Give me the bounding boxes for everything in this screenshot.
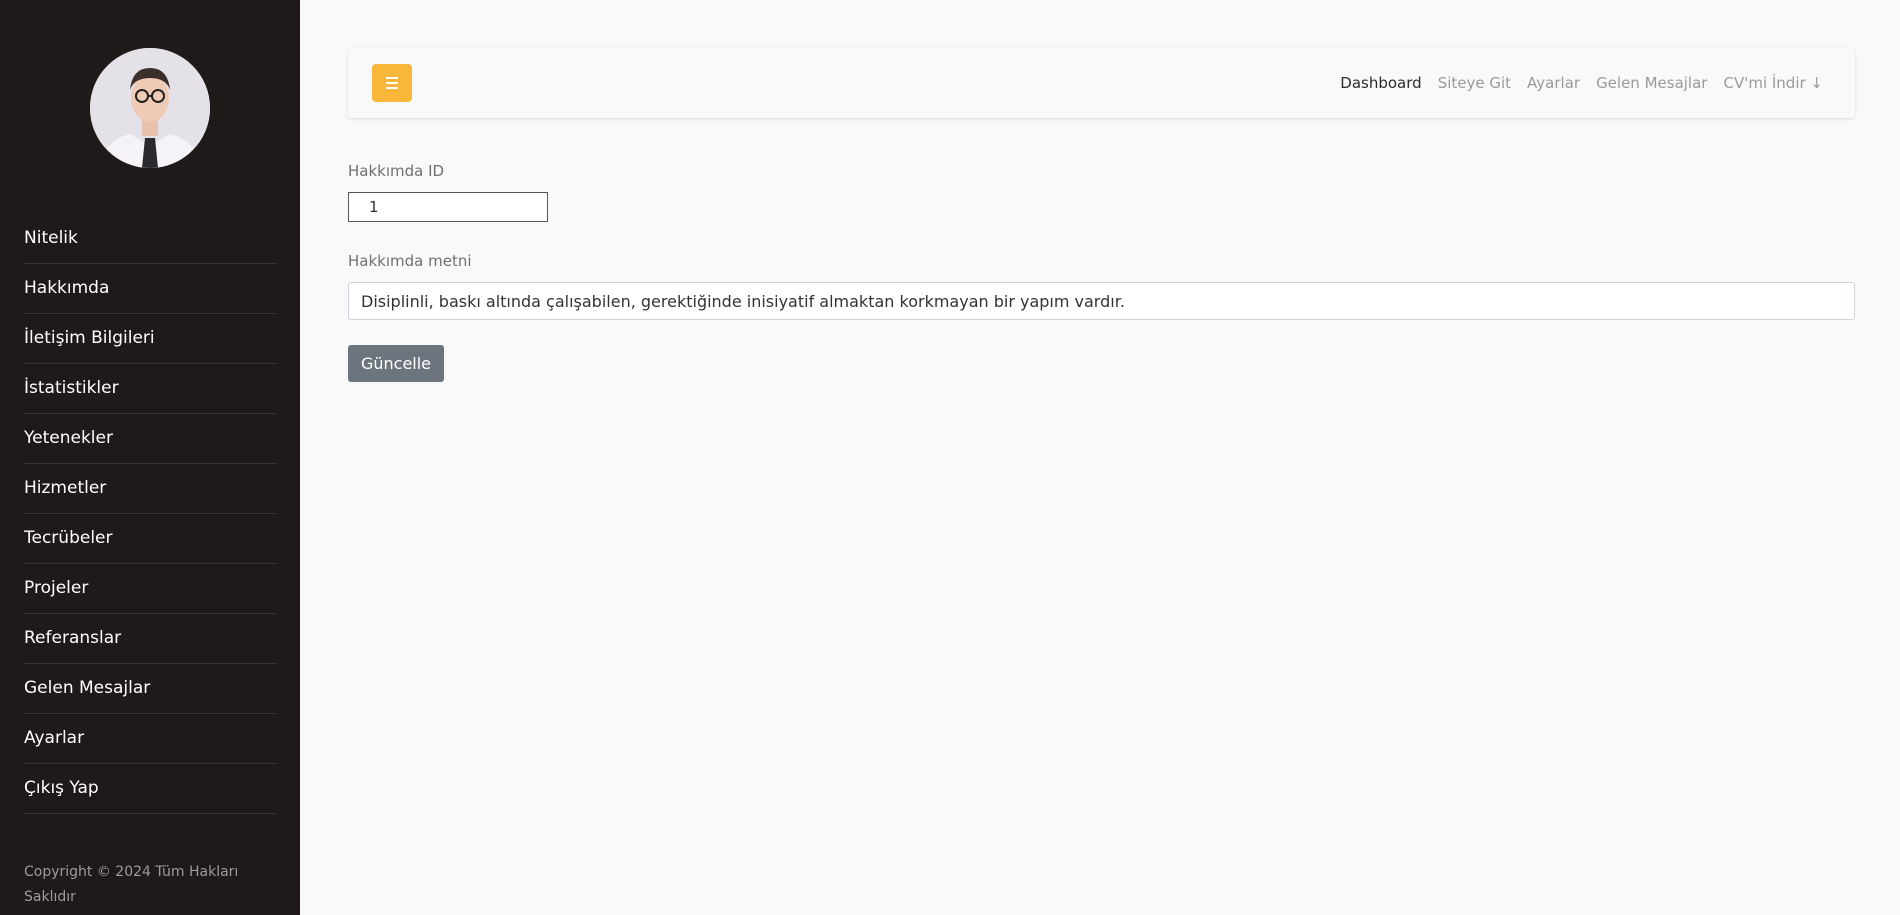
- nav-link-siteye-git[interactable]: Siteye Git: [1438, 74, 1511, 92]
- top-navbar: Dashboard Siteye Git Ayarlar Gelen Mesaj…: [348, 48, 1855, 118]
- about-text-input[interactable]: [348, 282, 1855, 320]
- sidebar: Nitelik Hakkımda İletişim Bilgileri İsta…: [0, 0, 300, 915]
- about-id-label: Hakkımda ID: [348, 162, 445, 180]
- sidebar-item-istatistikler[interactable]: İstatistikler: [24, 364, 276, 414]
- sidebar-item-yetenekler[interactable]: Yetenekler: [24, 414, 276, 464]
- about-text-label: Hakkımda metni: [348, 252, 472, 270]
- top-nav-links: Dashboard Siteye Git Ayarlar Gelen Mesaj…: [1340, 48, 1823, 118]
- sidebar-item-cikis-yap[interactable]: Çıkış Yap: [24, 764, 276, 814]
- copyright-text: Copyright © 2024 Tüm Hakları Saklıdır: [24, 864, 239, 905]
- sidebar-item-nitelik[interactable]: Nitelik: [24, 214, 276, 264]
- nav-link-cv-indir[interactable]: CV'mi İndir ↓: [1723, 74, 1823, 92]
- update-button[interactable]: Güncelle: [348, 345, 444, 382]
- nav-link-ayarlar[interactable]: Ayarlar: [1527, 74, 1580, 92]
- nav-link-gelen-mesajlar[interactable]: Gelen Mesajlar: [1596, 74, 1707, 92]
- sidebar-item-projeler[interactable]: Projeler: [24, 564, 276, 614]
- about-id-input[interactable]: [348, 192, 548, 222]
- sidebar-item-iletisim-bilgileri[interactable]: İletişim Bilgileri: [24, 314, 276, 364]
- sidebar-item-hakkimda[interactable]: Hakkımda: [24, 264, 276, 314]
- sidebar-item-gelen-mesajlar[interactable]: Gelen Mesajlar: [24, 664, 276, 714]
- sidebar-item-tecrubeler[interactable]: Tecrübeler: [24, 514, 276, 564]
- user-portrait-icon: [90, 48, 210, 168]
- sidebar-item-hizmetler[interactable]: Hizmetler: [24, 464, 276, 514]
- sidebar-toggle-button[interactable]: [372, 64, 412, 102]
- sidebar-item-ayarlar[interactable]: Ayarlar: [24, 714, 276, 764]
- profile-avatar[interactable]: [90, 48, 210, 168]
- sidebar-nav: Nitelik Hakkımda İletişim Bilgileri İsta…: [24, 214, 276, 814]
- sidebar-item-referanslar[interactable]: Referanslar: [24, 614, 276, 664]
- nav-link-dashboard[interactable]: Dashboard: [1340, 74, 1421, 92]
